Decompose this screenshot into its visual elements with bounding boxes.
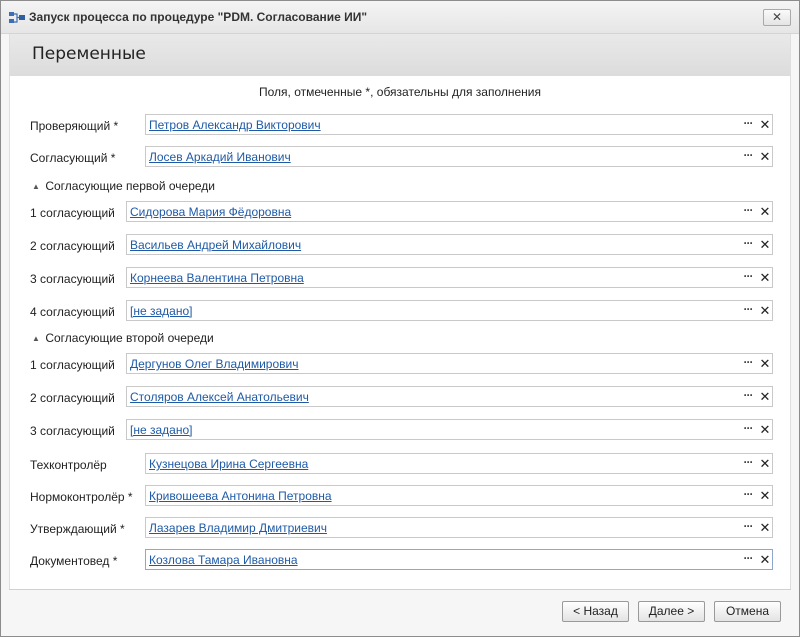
more-icon[interactable]: ···: [740, 302, 756, 316]
group2-row3-value[interactable]: [не задано]: [130, 423, 192, 437]
doc-controller-label: Документовед *: [30, 554, 118, 568]
clear-icon[interactable]: ✕: [759, 149, 771, 165]
clear-icon[interactable]: ✕: [759, 520, 771, 536]
more-icon[interactable]: ···: [740, 269, 756, 283]
confirmer-label: Утверждающий *: [30, 522, 125, 536]
window-title: Запуск процесса по процедуре "PDM. Согла…: [29, 10, 368, 24]
norm-control-value[interactable]: Кривошеева Антонина Петровна: [149, 489, 332, 503]
clear-icon[interactable]: ✕: [759, 237, 771, 253]
norm-control-field[interactable]: Кривошеева Антонина Петровна ··· ✕: [145, 485, 773, 506]
more-icon[interactable]: ···: [740, 355, 756, 369]
collapse-icon: ▲: [32, 334, 40, 343]
approver-field[interactable]: Лосев Аркадий Иванович ··· ✕: [145, 146, 773, 167]
checker-label: Проверяющий *: [30, 119, 119, 133]
more-icon[interactable]: ···: [740, 203, 756, 217]
group1-row1-field[interactable]: Сидорова Мария Фёдоровна ··· ✕: [126, 201, 773, 222]
confirmer-field[interactable]: Лазарев Владимир Дмитриевич ··· ✕: [145, 517, 773, 538]
clear-icon[interactable]: ✕: [759, 422, 771, 438]
next-button[interactable]: Далее >: [638, 601, 705, 622]
required-hint: Поля, отмеченные *, обязательны для запо…: [258, 85, 541, 99]
back-button[interactable]: < Назад: [562, 601, 629, 622]
group1-row2-value[interactable]: Васильев Андрей Михайлович: [130, 238, 301, 252]
checker-field[interactable]: Петров Александр Викторович ··· ✕: [145, 114, 773, 135]
page-title: Переменные: [32, 44, 146, 64]
title-bar: Запуск процесса по процедуре "PDM. Согла…: [1, 1, 799, 34]
clear-icon[interactable]: ✕: [759, 356, 771, 372]
clear-icon[interactable]: ✕: [759, 456, 771, 472]
page-header: Переменные: [10, 34, 790, 76]
clear-icon[interactable]: ✕: [759, 117, 771, 133]
close-icon: ✕: [771, 10, 783, 24]
group2-row1-value[interactable]: Дергунов Олег Владимирович: [130, 357, 298, 371]
more-icon[interactable]: ···: [740, 421, 756, 435]
variables-panel: Переменные Поля, отмеченные *, обязатель…: [9, 34, 791, 589]
tech-control-label: Техконтролёр: [30, 458, 107, 472]
group1-row1-label: 1 согласующий: [30, 206, 115, 220]
more-icon[interactable]: ···: [740, 455, 756, 469]
clear-icon[interactable]: ✕: [759, 552, 771, 568]
group1-row1-value[interactable]: Сидорова Мария Фёдоровна: [130, 205, 291, 219]
more-icon[interactable]: ···: [740, 551, 756, 565]
group1-header[interactable]: ▲ Согласующие первой очереди: [32, 179, 215, 193]
group2-row2-value[interactable]: Столяров Алексей Анатольевич: [130, 390, 309, 404]
group2-title: Согласующие второй очереди: [45, 331, 214, 345]
more-icon[interactable]: ···: [740, 148, 756, 162]
doc-controller-field[interactable]: Козлова Тамара Ивановна ··· ✕: [145, 549, 773, 570]
group1-row4-label: 4 согласующий: [30, 305, 115, 319]
approver-label: Согласующий *: [30, 151, 116, 165]
clear-icon[interactable]: ✕: [759, 270, 771, 286]
clear-icon[interactable]: ✕: [759, 303, 771, 319]
dialog-window: Запуск процесса по процедуре "PDM. Согла…: [0, 0, 800, 637]
approver-value[interactable]: Лосев Аркадий Иванович: [149, 150, 291, 164]
group2-row3-label: 3 согласующий: [30, 424, 115, 438]
clear-icon[interactable]: ✕: [759, 389, 771, 405]
group1-title: Согласующие первой очереди: [45, 179, 215, 193]
group1-row2-label: 2 согласующий: [30, 239, 115, 253]
confirmer-value[interactable]: Лазарев Владимир Дмитриевич: [149, 521, 327, 535]
group2-row3-field[interactable]: [не задано] ··· ✕: [126, 419, 773, 440]
footer-divider: [9, 589, 791, 590]
group1-row3-value[interactable]: Корнеева Валентина Петровна: [130, 271, 304, 285]
tech-control-value[interactable]: Кузнецова Ирина Сергеевна: [149, 457, 308, 471]
more-icon[interactable]: ···: [740, 487, 756, 501]
close-button[interactable]: ✕: [763, 9, 791, 26]
clear-icon[interactable]: ✕: [759, 488, 771, 504]
more-icon[interactable]: ···: [740, 116, 756, 130]
checker-value[interactable]: Петров Александр Викторович: [149, 118, 321, 132]
cancel-button[interactable]: Отмена: [714, 601, 781, 622]
group1-row2-field[interactable]: Васильев Андрей Михайлович ··· ✕: [126, 234, 773, 255]
more-icon[interactable]: ···: [740, 388, 756, 402]
workflow-icon: [9, 12, 25, 23]
group1-row3-label: 3 согласующий: [30, 272, 115, 286]
group1-row3-field[interactable]: Корнеева Валентина Петровна ··· ✕: [126, 267, 773, 288]
doc-controller-value[interactable]: Козлова Тамара Ивановна: [149, 553, 298, 567]
collapse-icon: ▲: [32, 182, 40, 191]
group1-row4-field[interactable]: [не задано] ··· ✕: [126, 300, 773, 321]
more-icon[interactable]: ···: [740, 236, 756, 250]
norm-control-label: Нормоконтролёр *: [30, 490, 133, 504]
group1-row4-value[interactable]: [не задано]: [130, 304, 192, 318]
group2-header[interactable]: ▲ Согласующие второй очереди: [32, 331, 214, 345]
more-icon[interactable]: ···: [740, 519, 756, 533]
clear-icon[interactable]: ✕: [759, 204, 771, 220]
group2-row2-label: 2 согласующий: [30, 391, 115, 405]
group2-row1-field[interactable]: Дергунов Олег Владимирович ··· ✕: [126, 353, 773, 374]
group2-row1-label: 1 согласующий: [30, 358, 115, 372]
group2-row2-field[interactable]: Столяров Алексей Анатольевич ··· ✕: [126, 386, 773, 407]
tech-control-field[interactable]: Кузнецова Ирина Сергеевна ··· ✕: [145, 453, 773, 474]
